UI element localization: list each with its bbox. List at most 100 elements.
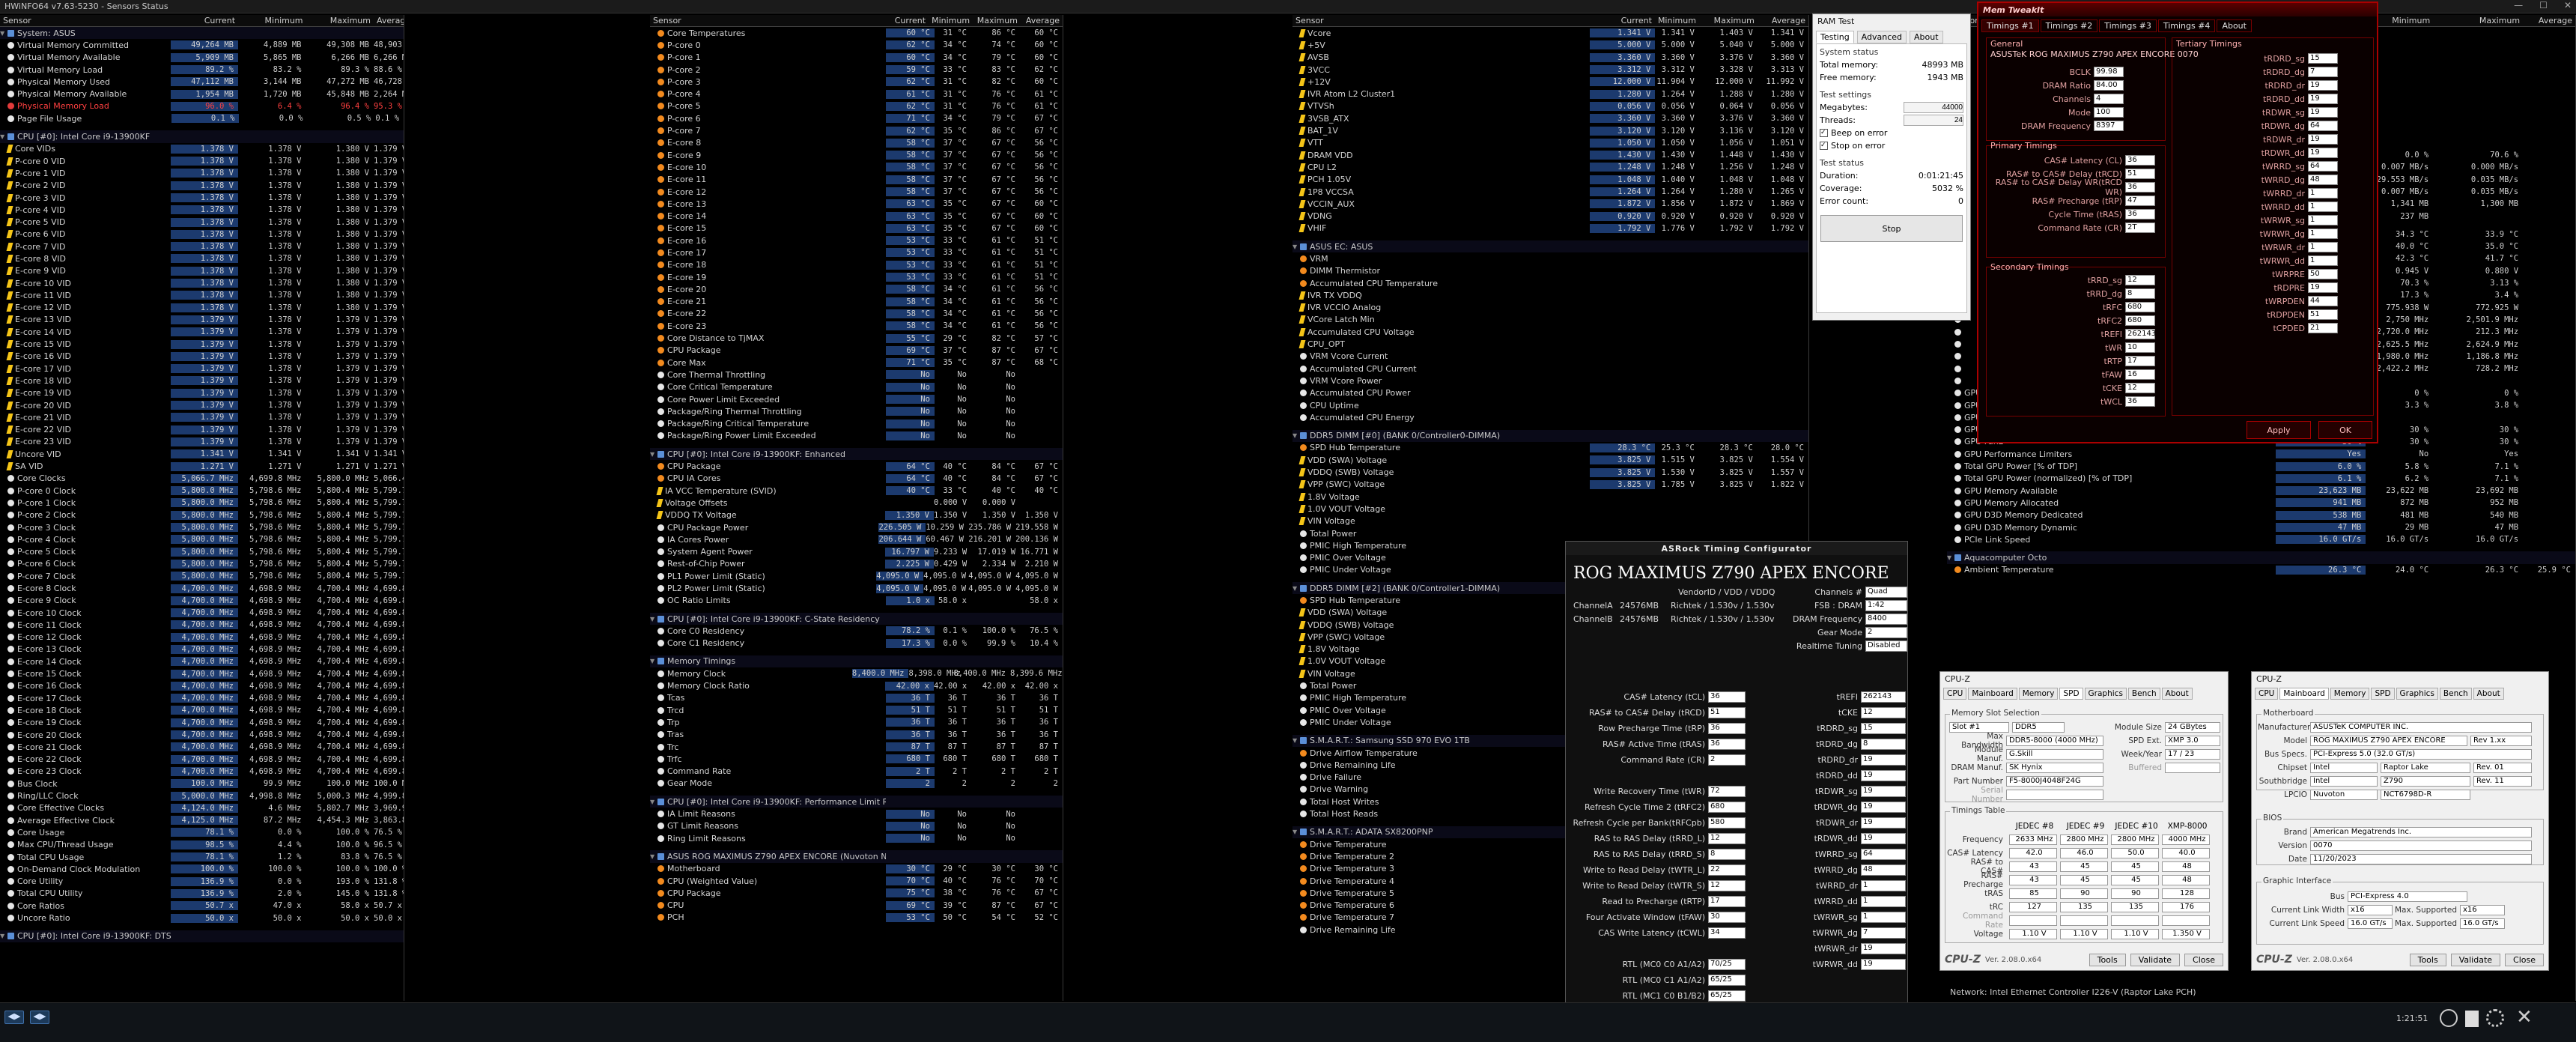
timing-row[interactable]: tWRRD_dr 1 bbox=[2176, 187, 2338, 199]
asrock-timing-value[interactable]: 51 bbox=[1708, 706, 1746, 718]
sensor-row[interactable]: Ambient Temperature 26.3 °C 24.0 °C 26.3 °C… bbox=[1947, 564, 2575, 576]
sensor-row[interactable]: SPD Hub Temperature 28.3 °C 25.3 °C 28.3 °C… bbox=[1292, 442, 1808, 454]
sensor-row[interactable]: E-core 18 53 °C 33 °C 61 °C 51 °C bbox=[650, 259, 1063, 271]
tab-mainboard[interactable]: Mainboard bbox=[2279, 688, 2329, 700]
timing-value[interactable]: 36 bbox=[2125, 209, 2155, 219]
timing-value[interactable]: 19 bbox=[2308, 282, 2338, 293]
asrock-timing-row[interactable]: Refresh Cycle per Bank(tRFCpb) 580 bbox=[1569, 816, 1746, 829]
sensor-row[interactable]: E-core 11 58 °C 37 °C 67 °C 56 °C bbox=[650, 174, 1063, 186]
asrock-timing-row[interactable]: RAS to RAS Delay (tRRD_S) 8 bbox=[1569, 847, 1746, 861]
sensor-row[interactable]: P-core 1 60 °C 34 °C 79 °C 60 °C bbox=[650, 52, 1063, 64]
sensor-row[interactable]: Ring/LLC Clock 5,000.0 MHz 4,998.8 MHz 5,00… bbox=[0, 790, 404, 802]
asrock-timing-value[interactable]: Quad bbox=[1865, 586, 1907, 598]
sensor-row[interactable]: E-core 19 VID 1.379 V 1.378 V 1.379 V 1.379 … bbox=[0, 387, 404, 399]
asrock-timing-value[interactable]: 64 bbox=[1861, 848, 1906, 860]
sensor-row[interactable]: 1.8V Voltage bbox=[1292, 491, 1808, 503]
sensor-row[interactable]: Memory Clock Ratio 42.00 x 42.00 x 42.00 x4… bbox=[650, 679, 1063, 691]
sensor-row[interactable]: PCIe Link Speed 16.0 GT/s 16.0 GT/s 16.0 GT… bbox=[1947, 533, 2575, 545]
column-maximum[interactable]: Maximum bbox=[306, 15, 374, 26]
maximize-button[interactable]: ☐ bbox=[2539, 0, 2548, 10]
timing-value[interactable]: 64 bbox=[2308, 121, 2338, 131]
sensor-group-row[interactable]: ▼ CPU [#0]: Intel Core i9-13900KF: DTS bbox=[0, 930, 404, 942]
sensor-row[interactable]: P-core 0 62 °C 34 °C 74 °C 60 °C bbox=[650, 39, 1063, 51]
ram-test-tabs[interactable]: Testing Advanced About bbox=[1813, 28, 1970, 43]
megabytes-input[interactable] bbox=[1904, 102, 1963, 113]
clock-icon[interactable] bbox=[2440, 1009, 2458, 1027]
sensor-row[interactable]: Physical Memory Load 96.0 % 6.4 % 96.4 % 95.… bbox=[0, 100, 404, 112]
collapse-toggle-icon[interactable]: ▼ bbox=[1292, 432, 1298, 439]
sensor-row[interactable]: Core Usage 78.1 % 0.0 % 100.0 % 76.5 % bbox=[0, 826, 404, 838]
asrock-timing-value[interactable]: 70/25 bbox=[1708, 958, 1746, 970]
tools-button[interactable]: Tools bbox=[2409, 953, 2446, 966]
column-header[interactable]: SensorCurrentMinimumMaximumAverage bbox=[650, 15, 1063, 27]
sensor-row[interactable]: Rest-of-Chip Power 2.225 W 0.429 W 2.334 W2… bbox=[650, 558, 1063, 570]
timing-value[interactable]: 64 bbox=[2308, 161, 2338, 172]
sensor-row[interactable]: E-core 8 58 °C 37 °C 67 °C 56 °C bbox=[650, 137, 1063, 149]
sensor-row[interactable]: CPU Package Power 226.505 W 10.259 W 235.78… bbox=[650, 521, 1063, 533]
sensor-row[interactable]: Virtual Memory Committed 49,264 MB 4,889 M… bbox=[0, 39, 404, 51]
timing-row[interactable]: tRDWR_dr 19 bbox=[2176, 133, 2338, 145]
timing-row[interactable]: tRDRD_dd 19 bbox=[2176, 93, 2338, 105]
asrock-timing-row[interactable]: tRDRD_sg 15 bbox=[1780, 721, 1906, 735]
sensor-row[interactable]: Ring Limit Reasons No No No bbox=[650, 832, 1063, 844]
sensor-row[interactable]: P-core 6 Clock 5,800.0 MHz 5,798.6 MHz 5,80… bbox=[0, 558, 404, 570]
tab-about[interactable]: About bbox=[1910, 31, 1943, 43]
tab-timings-2[interactable]: Timings #2 bbox=[2040, 19, 2098, 32]
sensor-row[interactable]: E-core 10 Clock 4,700.0 MHz 4,698.9 MHz 4,7… bbox=[0, 607, 404, 619]
asrock-timing-row[interactable]: Write to Read Delay (tWTR_L) 22 bbox=[1569, 863, 1746, 876]
timing-row[interactable]: tRDRD_dg 7 bbox=[2176, 66, 2338, 78]
timing-value[interactable]: 36 bbox=[2125, 396, 2155, 407]
sensor-row[interactable]: Total GPU Power [% of TDP] 6.0 % 5.8 % 7.1 … bbox=[1947, 460, 2575, 472]
sensor-row[interactable]: P-core 5 VID 1.378 V 1.378 V 1.380 V 1.379 V bbox=[0, 216, 404, 228]
tab-about[interactable]: About bbox=[2473, 688, 2504, 700]
asrock-timing-value[interactable]: 36 bbox=[1708, 722, 1746, 734]
timing-row[interactable]: tWR 10 bbox=[1989, 342, 2155, 354]
timing-value[interactable]: 12 bbox=[2125, 275, 2155, 285]
asrock-timing-value[interactable]: 580 bbox=[1708, 817, 1746, 829]
sensor-row[interactable]: Tcas 36 T 36 T 36 T 36 T bbox=[650, 692, 1063, 704]
column-current[interactable]: Current bbox=[1589, 15, 1655, 26]
sensor-group-row[interactable]: ▼ CPU [#0]: Intel Core i9-13900KF: C-Stat… bbox=[650, 612, 1063, 625]
sensor-row[interactable]: E-core 14 VID 1.379 V 1.378 V 1.379 V 1.379 … bbox=[0, 326, 404, 338]
timing-row[interactable]: RAS# to CAS# Delay WR(tRCD WR) 36 bbox=[1989, 178, 2155, 197]
sensor-row[interactable]: P-core 6 71 °C 34 °C 79 °C 67 °C bbox=[650, 112, 1063, 124]
sensor-row[interactable]: 3VSB_ATX 3.360 V 3.360 V 3.376 V 3.360 V bbox=[1292, 112, 1808, 124]
asrock-timing-value[interactable]: 19 bbox=[1861, 942, 1906, 954]
sensor-row[interactable]: PL1 Power Limit (Static) 4,095.0 W 4,095.0… bbox=[650, 570, 1063, 582]
sensor-row[interactable]: Core Power Limit Exceeded No No No bbox=[650, 393, 1063, 405]
column-average[interactable]: Average bbox=[1758, 15, 1808, 26]
sensor-group-row[interactable]: ▼ Memory Timings bbox=[650, 655, 1063, 668]
sensor-row[interactable]: VDNG 0.920 V 0.920 V 0.920 V 0.920 V bbox=[1292, 210, 1808, 222]
timing-value[interactable]: 36 bbox=[2125, 182, 2155, 193]
sensor-row[interactable]: CPU Package 64 °C 40 °C 84 °C 67 °C bbox=[650, 460, 1063, 472]
timing-value[interactable]: 1 bbox=[2308, 188, 2338, 199]
sensor-row[interactable]: E-core 12 Clock 4,700.0 MHz 4,698.9 MHz 4,7… bbox=[0, 631, 404, 643]
close-icon[interactable]: ✕ bbox=[2516, 1006, 2533, 1029]
column-maximum[interactable]: Maximum bbox=[2433, 15, 2523, 26]
close-button[interactable]: Close bbox=[2184, 953, 2223, 966]
sensor-row[interactable]: Voltage Offsets 0.000 V 0.000 V bbox=[650, 497, 1063, 509]
sensor-row[interactable]: System Agent Power 16.797 W 9.233 W 17.019 … bbox=[650, 545, 1063, 557]
slot-select[interactable]: Slot #1 bbox=[1949, 721, 2009, 733]
sensor-row[interactable]: P-core 2 59 °C 33 °C 83 °C 62 °C bbox=[650, 64, 1063, 76]
timing-value[interactable]: 1 bbox=[2308, 202, 2338, 212]
sensor-row[interactable]: +12V 12.000 V 11.904 V 12.000 V 11.992 V bbox=[1292, 76, 1808, 88]
timing-row[interactable]: tRDWR_dg 64 bbox=[2176, 120, 2338, 132]
sensor-row[interactable]: Core Max 71 °C 35 °C 87 °C 68 °C bbox=[650, 357, 1063, 369]
sensor-group-row[interactable]: ▼ CPU [#0]: Intel Core i9-13900KF bbox=[0, 130, 404, 143]
sensor-row[interactable]: Core Utility 136.9 % 0.0 % 193.0 % 131.8 % bbox=[0, 875, 404, 887]
timing-value[interactable]: 19 bbox=[2308, 107, 2338, 118]
sensor-row[interactable]: IA Limit Reasons No No No bbox=[650, 808, 1063, 820]
sensor-row[interactable]: VDD (SWA) Voltage 3.825 V 1.515 V 3.825 V 1.… bbox=[1292, 454, 1808, 466]
sensor-row[interactable]: E-core 19 Clock 4,700.0 MHz 4,698.9 MHz 4,7… bbox=[0, 717, 404, 729]
sensor-row[interactable]: OC Ratio Limits 1.0 x 58.0 x 58.0 x bbox=[650, 595, 1063, 607]
sensor-group-row[interactable]: ▼ DDR5 DIMM [#0] (BANK 0/Controller0-DIMM… bbox=[1292, 429, 1808, 442]
asrock-timing-row[interactable]: tWRRD_dg 48 bbox=[1780, 863, 1906, 876]
sensor-row[interactable]: E-core 13 63 °C 35 °C 67 °C 60 °C bbox=[650, 198, 1063, 210]
sensor-row[interactable]: E-core 10 VID 1.378 V 1.378 V 1.380 V 1.379 … bbox=[0, 277, 404, 289]
asrock-timing-row[interactable]: tWRWR_dg 7 bbox=[1780, 926, 1906, 939]
asrock-timing-row[interactable]: Write Recovery Time (tWR) 72 bbox=[1569, 784, 1746, 798]
sensor-row[interactable]: VPP (SWC) Voltage 3.825 V 1.785 V 3.825 V 1.… bbox=[1292, 479, 1808, 491]
sensor-row[interactable]: GPU Memory Allocated 941 MB 872 MB 952 MB bbox=[1947, 497, 2575, 509]
column-sensor[interactable]: Sensor bbox=[1292, 15, 1589, 26]
